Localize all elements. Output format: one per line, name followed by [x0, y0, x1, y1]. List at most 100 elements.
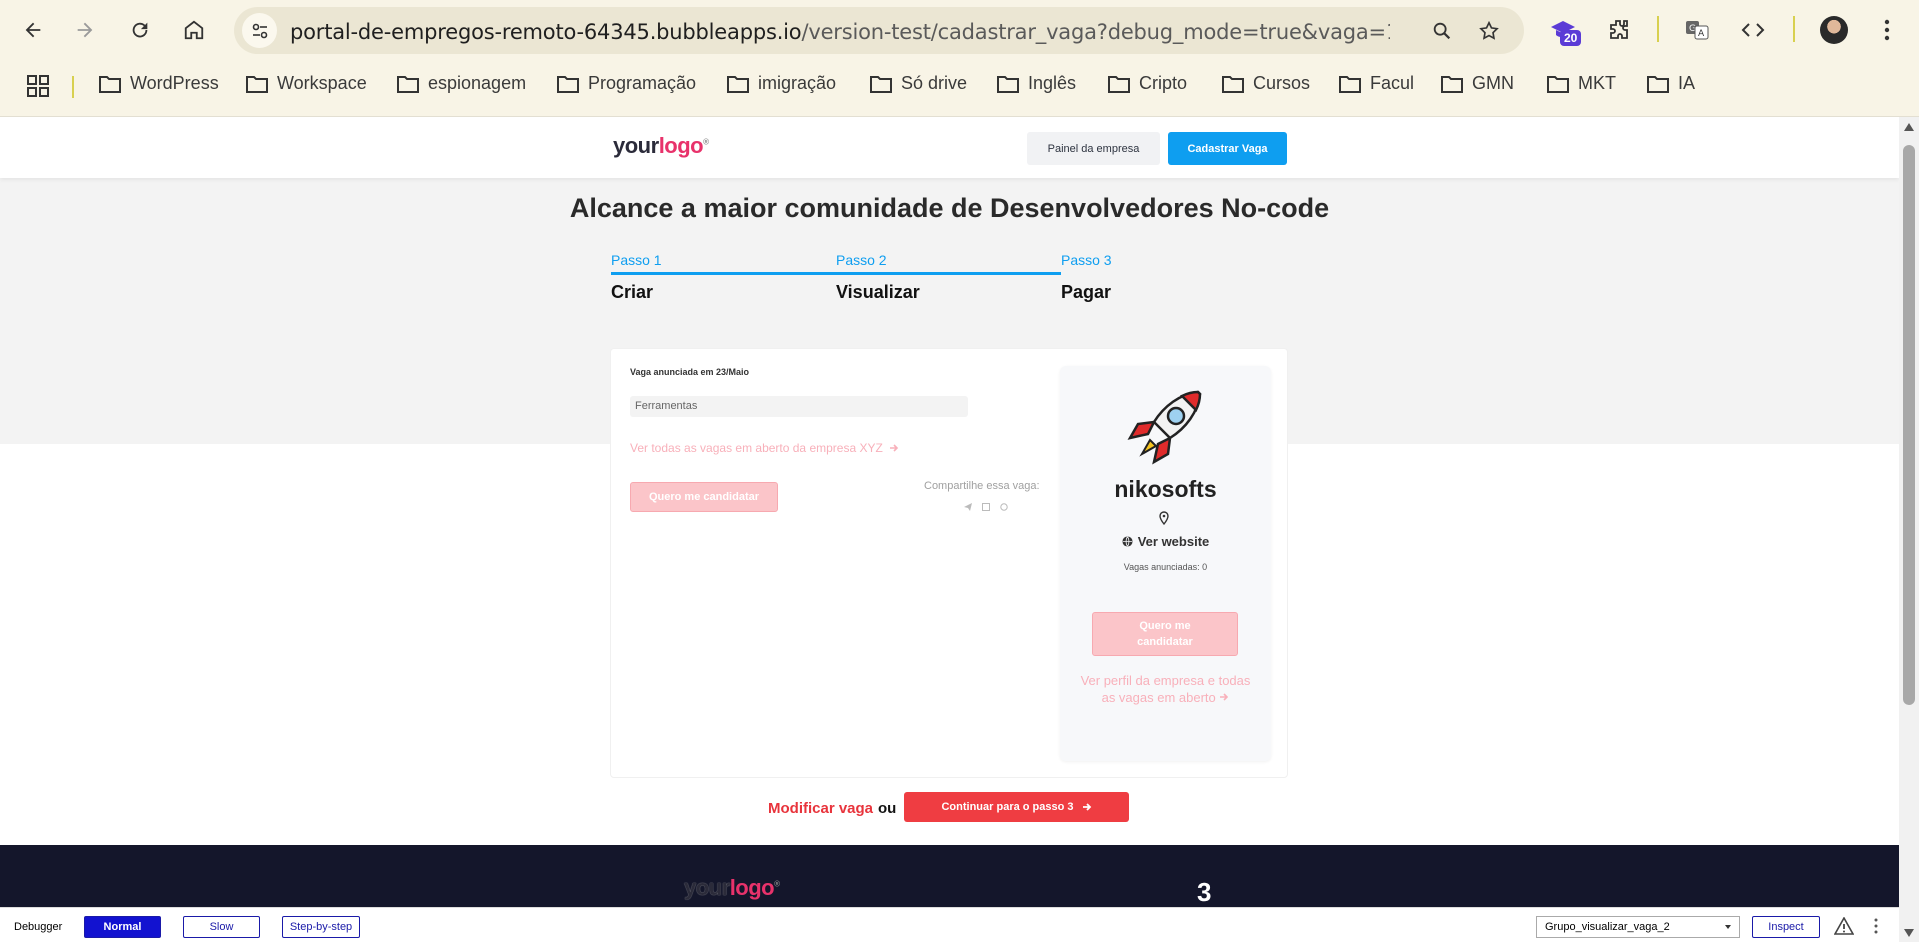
jobs-count: Vagas anunciadas: 0 [1123, 562, 1208, 572]
modify-job-link[interactable]: Modificar vaga [768, 800, 873, 817]
browser-menu-icon[interactable] [1870, 13, 1904, 47]
bookmark-folder[interactable]: GMN [1440, 73, 1514, 94]
bookmark-label: Facul [1370, 73, 1415, 93]
location-pin-icon [1159, 511, 1169, 525]
url-path: /version-test/cadastrar_vaga?debug_mode=… [801, 20, 1390, 44]
debug-step-button[interactable]: Step-by-step [282, 916, 360, 938]
bookmark-folder[interactable]: WordPress [98, 73, 219, 94]
folder-icon [99, 75, 121, 93]
bookmark-folder[interactable]: Workspace [245, 73, 367, 94]
profile-avatar[interactable] [1820, 16, 1848, 44]
bookmark-folder[interactable]: Cursos [1221, 73, 1310, 94]
folder-icon [1222, 75, 1244, 93]
reload-button[interactable] [122, 12, 158, 48]
step-2: Passo 2 Visualizar [836, 252, 1061, 303]
bookmark-label: Programação [588, 73, 697, 93]
bookmark-folder[interactable]: espionagem [396, 73, 526, 94]
share-icons [964, 498, 1008, 511]
company-panel-button[interactable]: Painel da empresa [1027, 132, 1160, 165]
bookmark-star-icon[interactable] [1476, 18, 1502, 44]
debug-slow-button[interactable]: Slow [183, 916, 260, 938]
all-company-jobs-link[interactable]: Ver todas as vagas em aberto da empresa … [630, 441, 899, 455]
step-number: Passo 2 [836, 252, 887, 268]
logo-your: your [684, 875, 730, 900]
folder-icon [1547, 75, 1569, 93]
bookmarks-divider [72, 76, 74, 98]
bookmark-label: GMN [1472, 73, 1514, 93]
bookmark-label: Cursos [1253, 73, 1311, 93]
company-website-link[interactable]: Ver website [1060, 534, 1271, 549]
step-number: Passo 1 [611, 252, 662, 268]
scroll-down-icon[interactable] [1904, 929, 1914, 937]
web-page: yourlogo® Painel da empresa Cadastrar Va… [0, 117, 1899, 907]
or-label: ou [878, 800, 897, 817]
forward-button[interactable] [67, 12, 103, 48]
bookmark-folder[interactable]: Cripto [1107, 73, 1187, 94]
toolbar-separator [1657, 16, 1659, 42]
apply-button[interactable]: Quero me candidatar [630, 482, 778, 512]
browser-chrome: portal-de-empregos-remoto-64345.bubbleap… [0, 0, 1919, 117]
translate-icon[interactable]: GA [1680, 13, 1714, 47]
scroll-up-icon[interactable] [1904, 123, 1914, 131]
linkedin-icon[interactable] [982, 498, 990, 511]
bookmark-label: Cripto [1139, 73, 1188, 93]
bookmark-label: MKT [1578, 73, 1616, 93]
logo-trademark-icon: ® [774, 879, 780, 889]
footer-number: 3 [1197, 877, 1212, 907]
rocket-logo-icon [1127, 390, 1202, 465]
debugger-menu-icon[interactable] [1873, 917, 1879, 935]
url-text[interactable]: portal-de-empregos-remoto-64345.bubbleap… [290, 20, 1390, 44]
bookmark-folder[interactable]: MKT [1546, 73, 1616, 94]
bookmark-label: imigração [758, 73, 837, 93]
page-scrollbar[interactable] [1899, 117, 1919, 942]
home-button[interactable] [176, 12, 212, 48]
folder-icon [246, 75, 268, 93]
bookmark-folder[interactable]: Programação [556, 73, 696, 94]
company-profile-link[interactable]: Ver perfil da empresa e todas as vagas e… [1080, 672, 1251, 706]
step-name: Pagar [1061, 282, 1112, 302]
step-actions: Modificar vaga ou Continuar para o passo… [0, 792, 1899, 824]
site-footer: yourlogo® 3 [0, 845, 1899, 907]
back-button[interactable] [15, 12, 51, 48]
posted-date: Vaga anunciada em 23/Maio [630, 367, 750, 377]
step-name: Criar [611, 282, 654, 302]
whatsapp-icon[interactable] [1000, 498, 1008, 511]
site-logo[interactable]: yourlogo® [613, 133, 709, 159]
share-label: Compartilhe essa vaga: [924, 480, 1040, 492]
inspect-button[interactable]: Inspect [1752, 916, 1820, 938]
step-number: Passo 3 [1061, 252, 1112, 268]
home-icon [184, 20, 204, 40]
footer-logo[interactable]: yourlogo® [684, 875, 780, 901]
element-select[interactable]: Grupo_visualizar_vaga_2 [1536, 916, 1740, 938]
continue-step-3-button[interactable]: Continuar para o passo 3 [904, 792, 1129, 822]
forward-arrow-icon [77, 22, 93, 38]
telegram-icon[interactable] [964, 498, 972, 511]
folder-icon [557, 75, 579, 93]
post-job-button[interactable]: Cadastrar Vaga [1168, 132, 1287, 165]
address-bar[interactable]: portal-de-empregos-remoto-64345.bubbleap… [234, 7, 1524, 54]
toolbar-separator [1793, 16, 1795, 42]
debug-normal-button[interactable]: Normal [84, 916, 161, 938]
step-1: Passo 1 Criar [611, 252, 836, 303]
bookmarks-bar: WordPress Workspace espionagem Programação i… [0, 64, 1919, 108]
extensions-puzzle-icon[interactable] [1602, 13, 1636, 47]
back-arrow-icon [25, 22, 41, 38]
site-info-button[interactable] [242, 13, 277, 48]
bookmark-folder[interactable]: IA [1646, 73, 1695, 94]
bookmark-label: IA [1678, 73, 1696, 93]
zoom-icon[interactable] [1429, 18, 1455, 44]
warning-icon[interactable] [1834, 917, 1854, 935]
step-progress-bar [836, 272, 1061, 275]
step-name: Visualizar [836, 282, 920, 302]
all-jobs-link-label: Ver todas as vagas em aberto da empresa … [630, 441, 883, 455]
bookmark-folder[interactable]: Facul [1338, 73, 1414, 94]
bookmark-folder[interactable]: imigração [726, 73, 836, 94]
apps-grid-icon[interactable] [26, 74, 50, 98]
extension-badge: 20 [1560, 30, 1582, 46]
scroll-thumb[interactable] [1903, 145, 1915, 705]
bookmark-folder[interactable]: Só drive [869, 73, 967, 94]
company-apply-button[interactable]: Quero me candidatar [1092, 612, 1238, 656]
bookmark-folder[interactable]: Inglês [996, 73, 1076, 94]
arrow-right-icon [1082, 803, 1091, 811]
code-icon[interactable] [1736, 13, 1770, 47]
